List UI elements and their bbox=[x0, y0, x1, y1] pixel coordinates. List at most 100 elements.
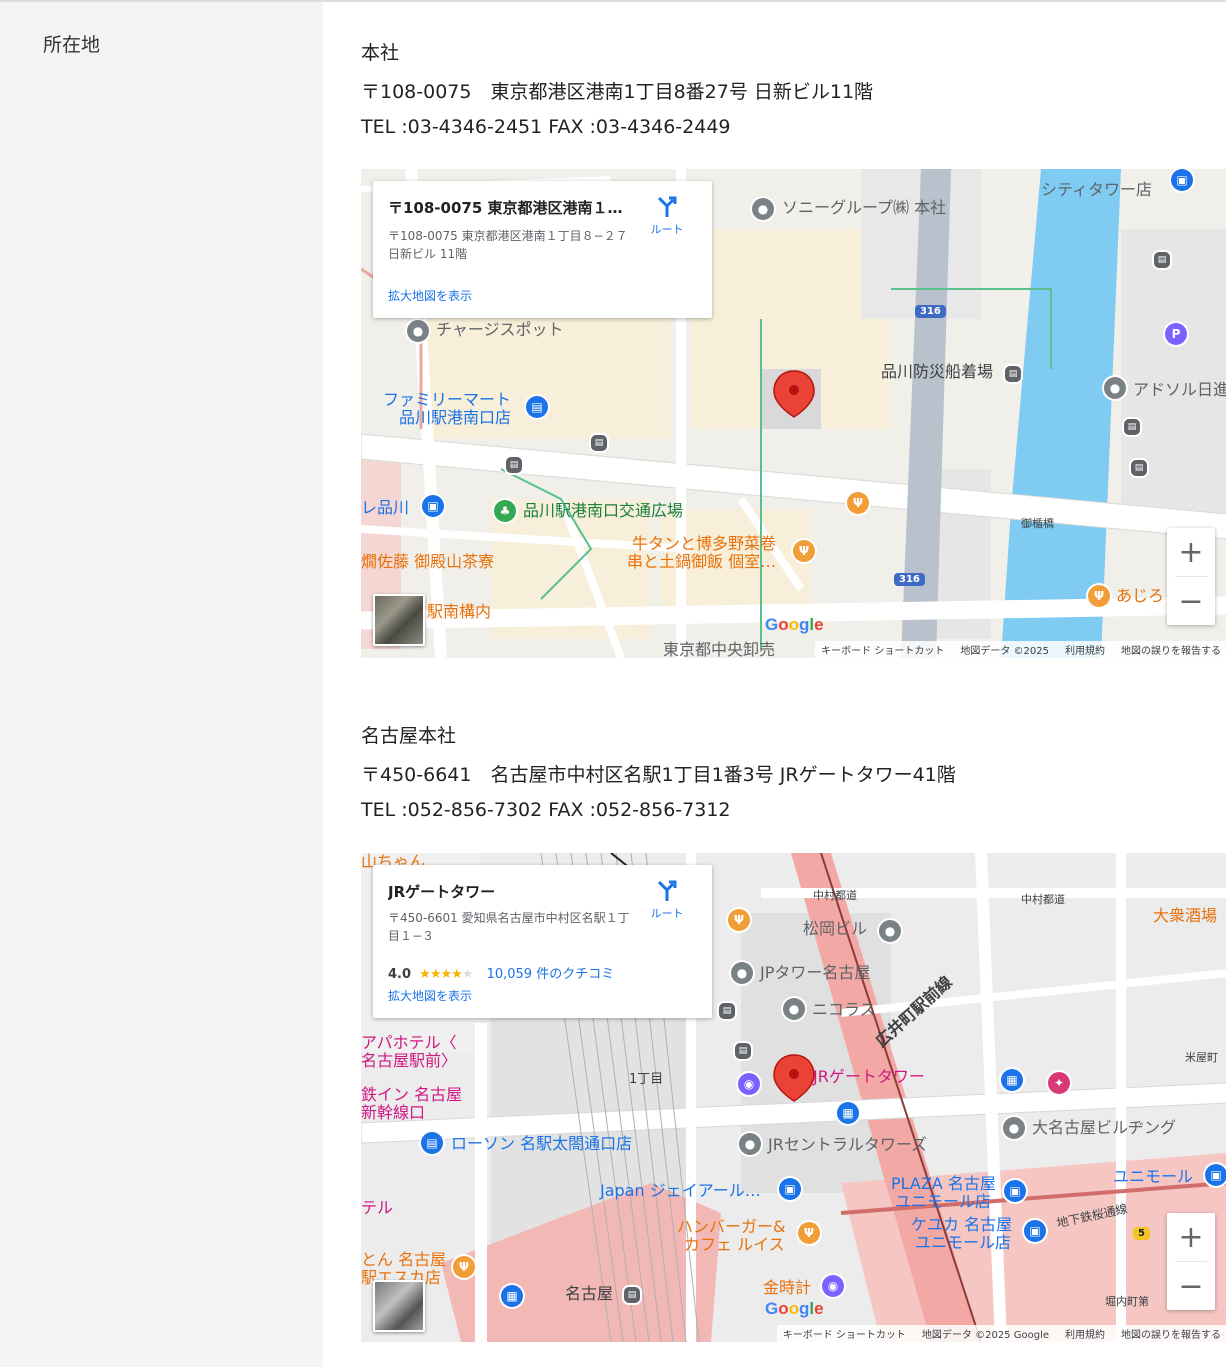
poi-label[interactable]: 大衆酒場 bbox=[1153, 907, 1217, 925]
restaurant-icon[interactable]: Ψ bbox=[847, 492, 869, 514]
ferry-icon[interactable]: ▤ bbox=[1005, 366, 1021, 382]
restaurant-icon[interactable]: Ψ bbox=[728, 909, 750, 931]
restaurant-icon[interactable]: Ψ bbox=[1088, 585, 1110, 607]
place-marker-icon[interactable]: ● bbox=[783, 998, 805, 1020]
park-icon[interactable]: ♣ bbox=[494, 500, 516, 522]
parking-icon[interactable]: P bbox=[1165, 323, 1187, 345]
restaurant-icon[interactable]: Ψ bbox=[453, 1256, 475, 1278]
place-marker-icon[interactable]: ● bbox=[407, 320, 429, 342]
bus-stop-icon[interactable]: ▤ bbox=[1154, 252, 1170, 268]
bus-stop-icon[interactable]: ▤ bbox=[506, 457, 522, 473]
poi-label[interactable]: ファミリーマート bbox=[383, 391, 511, 409]
map-data-text: 地図データ ©2025 bbox=[960, 646, 1049, 657]
building-icon[interactable]: ▦ bbox=[837, 1102, 859, 1124]
poi-label[interactable]: 品川駅港南口店 bbox=[399, 409, 511, 427]
report-error-link[interactable]: 地図の誤りを報告する bbox=[1121, 1326, 1221, 1341]
map-tokyo[interactable]: 316 316 ● ソニーグループ㈱ 本社 シティタワー店 ▣ P ● チャージ… bbox=[361, 169, 1226, 658]
restaurant-icon[interactable]: Ψ bbox=[798, 1222, 820, 1244]
bus-stop-icon[interactable]: ▤ bbox=[1131, 460, 1147, 476]
poi-label[interactable]: 東京都中央卸売 bbox=[663, 641, 775, 659]
zoom-out-button[interactable]: − bbox=[1167, 1262, 1215, 1310]
convenience-store-icon[interactable]: ▤ bbox=[421, 1132, 443, 1154]
satellite-toggle[interactable] bbox=[373, 594, 425, 646]
place-marker-icon[interactable]: ● bbox=[1003, 1117, 1025, 1139]
route-shield: 316 bbox=[894, 573, 925, 586]
poi-label[interactable]: ソニーグループ㈱ 本社 bbox=[782, 199, 946, 217]
zoom-control: + − bbox=[1167, 1213, 1215, 1310]
bus-stop-icon[interactable]: ▤ bbox=[591, 435, 607, 451]
poi-label[interactable]: 松岡ビル bbox=[803, 920, 867, 938]
poi-label[interactable]: ユニモール店 bbox=[895, 1193, 991, 1211]
station-label[interactable]: 名古屋 bbox=[565, 1285, 613, 1303]
shopping-icon[interactable]: ▣ bbox=[1004, 1180, 1026, 1202]
poi-label[interactable]: カフェ ルイス bbox=[684, 1236, 785, 1254]
poi-label[interactable]: 大名古屋ビルヂング bbox=[1032, 1119, 1176, 1137]
report-error-link[interactable]: 地図の誤りを報告する bbox=[1121, 642, 1221, 657]
larger-map-link[interactable]: 拡大地図を表示 bbox=[388, 287, 472, 304]
directions-button[interactable]: ルート bbox=[642, 879, 692, 921]
poi-label[interactable]: チャージスポット bbox=[436, 321, 564, 339]
poi-label[interactable]: あじろ bbox=[1116, 587, 1164, 605]
landmark-icon[interactable]: ◉ bbox=[822, 1275, 844, 1297]
poi-label[interactable]: アパホテル〈 bbox=[361, 1034, 457, 1052]
building-icon[interactable]: ▦ bbox=[501, 1285, 523, 1307]
poi-label[interactable]: Japan ジェイアール… bbox=[600, 1182, 761, 1200]
poi-label[interactable]: 新幹線口 bbox=[361, 1104, 425, 1122]
poi-label[interactable]: JRセントラルタワーズ bbox=[768, 1136, 927, 1154]
keyboard-shortcuts-link[interactable]: キーボード ショートカット bbox=[821, 642, 944, 657]
poi-label[interactable]: JPタワー名古屋 bbox=[760, 964, 870, 982]
terms-link[interactable]: 利用規約 bbox=[1065, 642, 1105, 657]
poi-label[interactable]: ユニモール店 bbox=[915, 1234, 1011, 1252]
poi-label[interactable]: 品川駅港南口交通広場 bbox=[523, 502, 683, 520]
poi-label[interactable]: 鉄イン 名古屋 bbox=[361, 1086, 462, 1104]
bus-stop-icon[interactable]: ▤ bbox=[1124, 419, 1140, 435]
attraction-icon[interactable]: ✦ bbox=[1048, 1072, 1070, 1094]
bus-stop-icon[interactable]: ▤ bbox=[735, 1043, 751, 1059]
poi-label[interactable]: ローソン 名駅太閤通口店 bbox=[451, 1135, 632, 1153]
shopping-icon[interactable]: ▣ bbox=[1171, 169, 1193, 191]
shopping-icon[interactable]: ▣ bbox=[1205, 1164, 1226, 1186]
poi-label[interactable]: 品川防災船着場 bbox=[881, 363, 993, 381]
satellite-toggle[interactable] bbox=[373, 1280, 425, 1332]
zoom-in-button[interactable]: + bbox=[1167, 1213, 1215, 1261]
poi-label[interactable]: 串と土鍋御飯 個室… bbox=[627, 553, 776, 571]
keyboard-shortcuts-link[interactable]: キーボード ショートカット bbox=[783, 1326, 906, 1341]
place-marker-icon[interactable]: ● bbox=[879, 920, 901, 942]
train-station-icon[interactable]: ▤ bbox=[624, 1287, 640, 1303]
larger-map-link[interactable]: 拡大地図を表示 bbox=[388, 987, 472, 1004]
poi-label[interactable]: ハンバーガー& bbox=[677, 1218, 785, 1236]
terms-link[interactable]: 利用規約 bbox=[1065, 1326, 1105, 1341]
poi-label[interactable]: ニコラス bbox=[812, 1001, 876, 1019]
directions-button[interactable]: ルート bbox=[642, 195, 692, 237]
place-marker-icon[interactable]: ● bbox=[752, 198, 774, 220]
building-icon[interactable]: ▦ bbox=[1001, 1069, 1023, 1091]
taxi-icon[interactable]: ◉ bbox=[738, 1073, 760, 1095]
shopping-icon[interactable]: ▣ bbox=[1024, 1220, 1046, 1242]
place-marker-icon[interactable]: ● bbox=[1104, 377, 1126, 399]
shopping-icon[interactable]: ▣ bbox=[422, 495, 444, 517]
poi-label[interactable]: 牛タンと博多野菜巻 bbox=[632, 535, 776, 553]
zoom-out-button[interactable]: − bbox=[1167, 577, 1215, 625]
restaurant-icon[interactable]: Ψ bbox=[793, 540, 815, 562]
shopping-icon[interactable]: ▣ bbox=[779, 1178, 801, 1200]
reviews-link[interactable]: 10,059 件のクチコミ bbox=[487, 967, 615, 982]
poi-label[interactable]: ユニモール bbox=[1113, 1168, 1193, 1186]
poi-label[interactable]: シティタワー店 bbox=[1041, 181, 1152, 199]
poi-label[interactable]: 金時計 bbox=[763, 1279, 811, 1297]
place-marker-icon[interactable]: ● bbox=[739, 1133, 761, 1155]
poi-label[interactable]: JRゲートタワー bbox=[813, 1068, 925, 1086]
bus-stop-icon[interactable]: ▤ bbox=[719, 1003, 735, 1019]
place-marker-icon[interactable]: ● bbox=[731, 962, 753, 984]
map-nagoya[interactable]: 山ちゃん Ψ 松岡ビル ● 中村都道 中村都道 大衆酒場 ● JPタワー名古屋 … bbox=[361, 853, 1226, 1342]
poi-label[interactable]: 燗佐藤 御殿山茶寮 bbox=[361, 553, 494, 571]
poi-label[interactable]: PLAZA 名古屋 bbox=[891, 1175, 996, 1193]
poi-label[interactable]: 名古屋駅前〉 bbox=[361, 1052, 457, 1070]
poi-label[interactable]: 駅南構内 bbox=[427, 603, 491, 621]
zoom-in-button[interactable]: + bbox=[1167, 528, 1215, 576]
poi-label[interactable]: アドソル日進 bbox=[1133, 381, 1226, 399]
poi-label[interactable]: レ品川 bbox=[361, 499, 409, 517]
poi-label[interactable]: ケユカ 名古屋 bbox=[911, 1216, 1012, 1234]
poi-label[interactable]: テル bbox=[361, 1199, 393, 1217]
convenience-store-icon[interactable]: ▤ bbox=[526, 396, 548, 418]
poi-label[interactable]: とん 名古屋 bbox=[361, 1251, 446, 1269]
